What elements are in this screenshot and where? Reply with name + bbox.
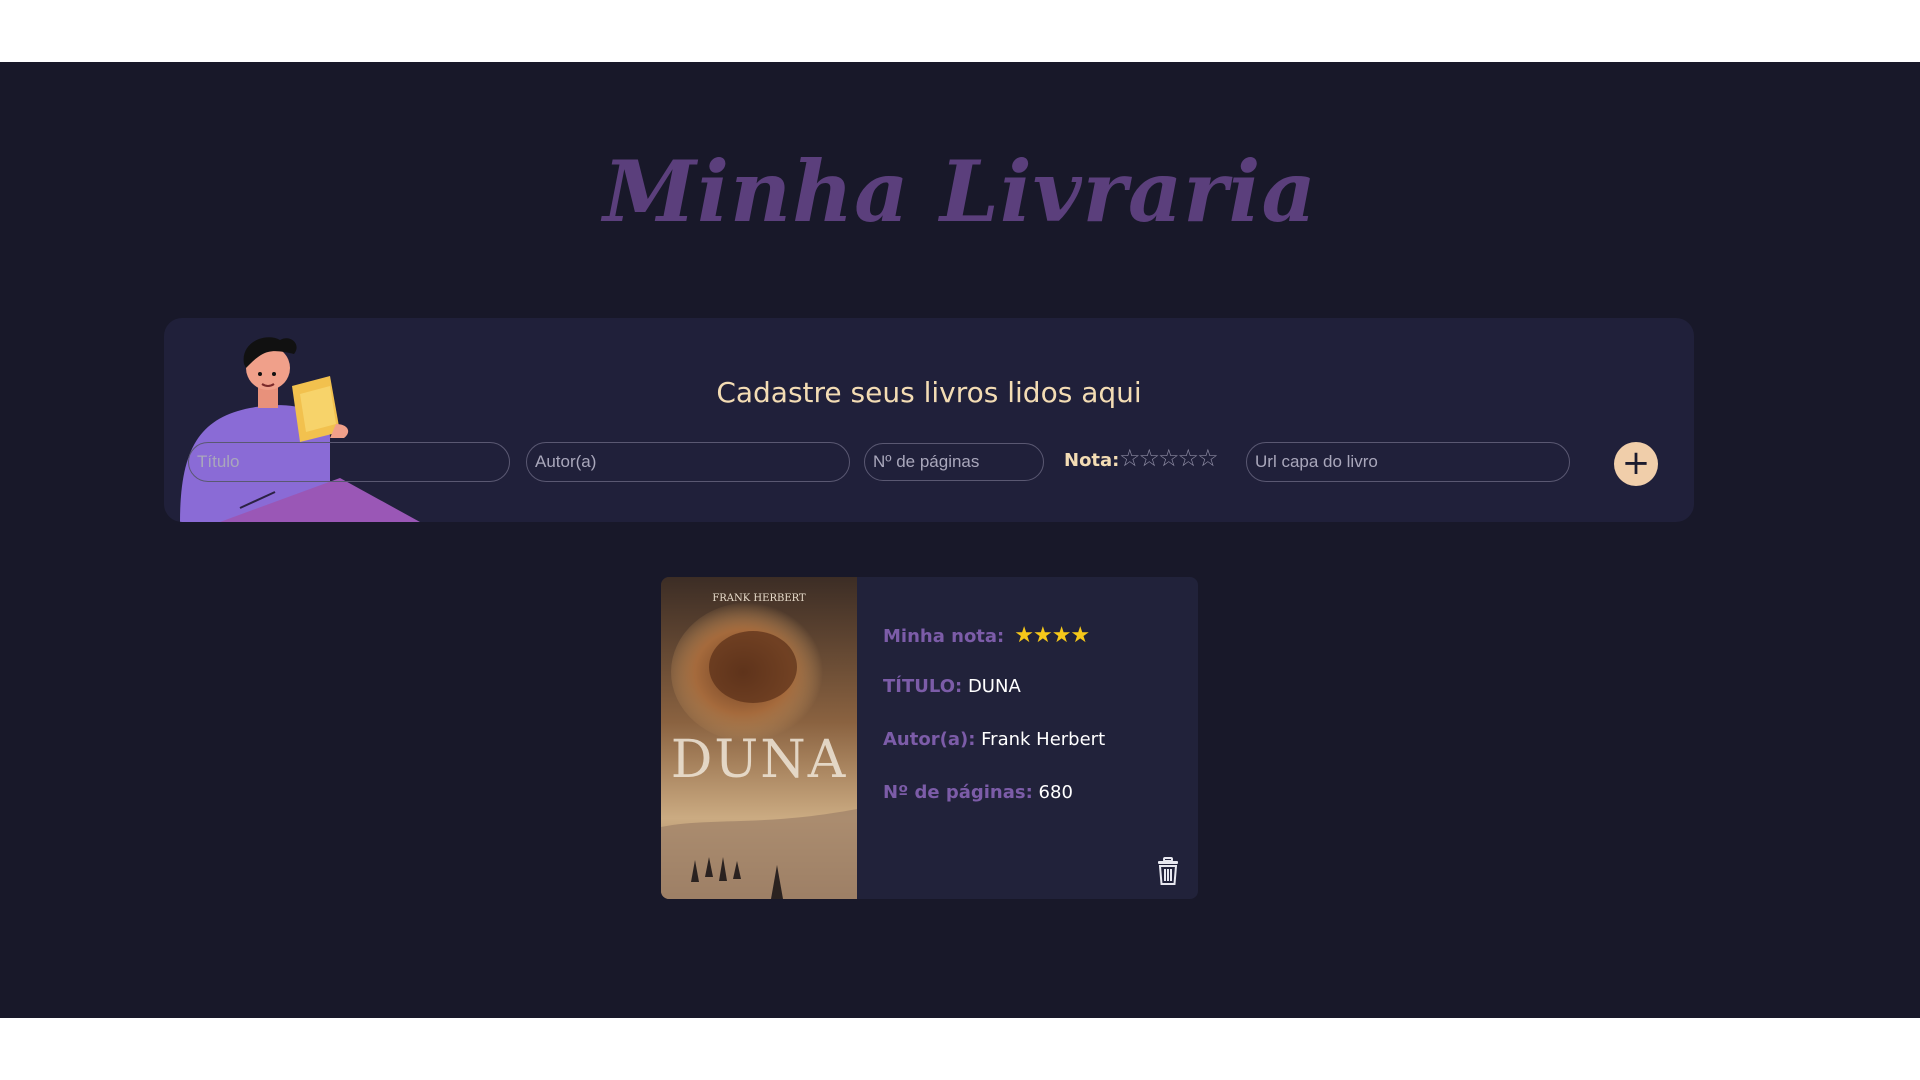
book-pages-value: 680: [1038, 782, 1073, 803]
book-card: FRANK HERBERT DUNA Minha nota: ★★★★ TÍTUL…: [661, 577, 1198, 899]
book-rating-label: Minha nota:: [883, 626, 1005, 647]
pages-input[interactable]: [864, 443, 1044, 481]
book-cover-image: FRANK HERBERT DUNA: [661, 577, 857, 899]
book-author-row: Autor(a): Frank Herbert: [883, 729, 1105, 750]
trash-icon[interactable]: [1157, 857, 1179, 885]
book-rating-row: Minha nota: ★★★★: [883, 623, 1090, 648]
title-input[interactable]: [188, 442, 510, 482]
app-container: Minha Livraria Cadastre seus livros lido…: [0, 62, 1920, 1018]
book-pages-row: Nº de páginas: 680: [883, 782, 1073, 803]
book-author-value: Frank Herbert: [981, 729, 1106, 750]
form-heading: Cadastre seus livros lidos aqui: [716, 376, 1142, 409]
page-title: Minha Livraria: [603, 142, 1317, 241]
book-form-panel: Cadastre seus livros lidos aqui Nota: ☆☆…: [164, 318, 1694, 522]
book-title-label: TÍTULO:: [883, 676, 963, 697]
book-title-row: TÍTULO: DUNA: [883, 676, 1021, 697]
cover-url-input[interactable]: [1246, 442, 1570, 482]
book-title-value: DUNA: [967, 676, 1021, 697]
rating-stars-input[interactable]: ☆☆☆☆☆: [1119, 444, 1219, 472]
author-input[interactable]: [526, 442, 850, 482]
book-rating-stars: ★★★★: [1014, 623, 1090, 648]
add-book-button[interactable]: +: [1614, 442, 1658, 486]
plus-icon: +: [1621, 443, 1651, 483]
rating-label: Nota:: [1064, 450, 1120, 471]
cover-title-text: DUNA: [671, 730, 848, 790]
cover-author-text: FRANK HERBERT: [712, 593, 806, 604]
person-reading-illustration: [180, 337, 420, 522]
book-pages-label: Nº de páginas:: [883, 782, 1033, 803]
book-author-label: Autor(a):: [883, 729, 976, 750]
